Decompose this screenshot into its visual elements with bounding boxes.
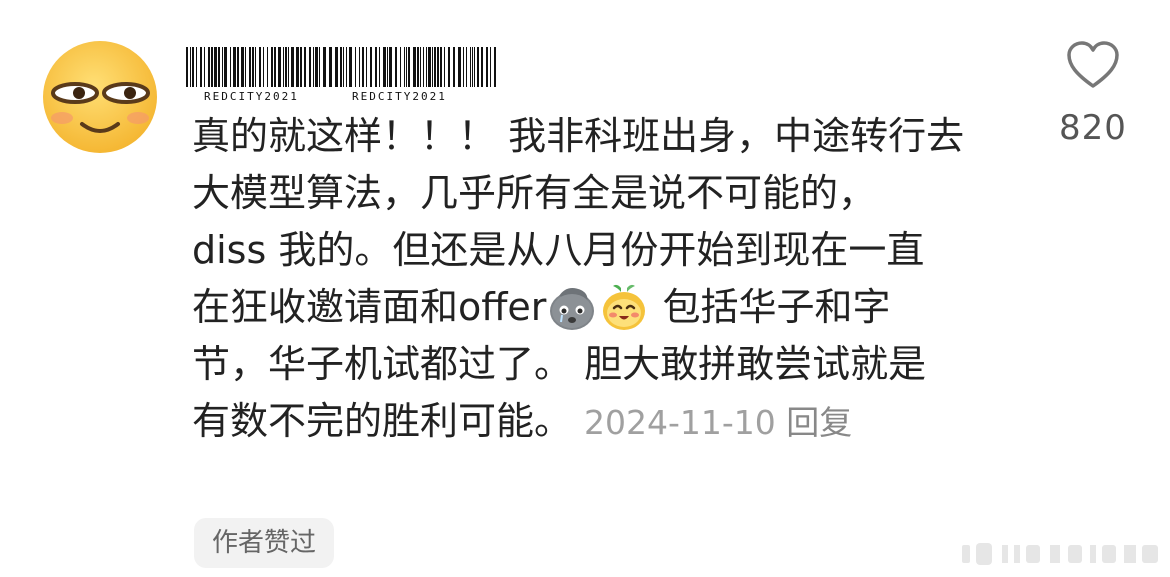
- platform-watermark: [962, 543, 1158, 565]
- svg-text:REDCITY2021: REDCITY2021: [204, 90, 299, 103]
- happy-radish-emoji-icon: [599, 282, 649, 332]
- username-barcode: REDCITY2021 REDCITY2021: [186, 47, 496, 103]
- reply-button[interactable]: 回复: [786, 403, 852, 442]
- comment-meta: 2024-11-10 回复: [584, 403, 852, 442]
- like-area: 820: [1048, 40, 1138, 148]
- author-liked-badge: 作者赞过: [194, 518, 335, 568]
- comment-line: 包括华子和字: [650, 285, 891, 329]
- like-count: 820: [1059, 108, 1127, 148]
- heart-outline-icon[interactable]: [1066, 40, 1120, 90]
- svg-text:REDCITY2021: REDCITY2021: [352, 90, 447, 103]
- comment-date: 2024-11-10: [584, 403, 776, 442]
- comment-text: 真的就这样！！！ 我非科班出身，中途转行去 大模型算法，几乎所有全是说不可能的，…: [192, 108, 1012, 451]
- comment-line: 大模型算法，几乎所有全是说不可能的，: [192, 171, 877, 215]
- avatar[interactable]: [42, 40, 158, 154]
- crying-rock-emoji-icon: [547, 282, 597, 332]
- comment-line: 真的就这样！！！ 我非科班出身，中途转行去: [192, 114, 965, 158]
- comment-line: 在狂收邀请面和offer: [192, 285, 547, 329]
- comment-line: diss 我的。但还是从八月份开始到现在一直: [192, 228, 925, 272]
- comment-line: 有数不完的胜利可能。: [192, 399, 573, 443]
- comment-line: 节，华子机试都过了。 胆大敢拼敢尝试就是: [192, 342, 927, 386]
